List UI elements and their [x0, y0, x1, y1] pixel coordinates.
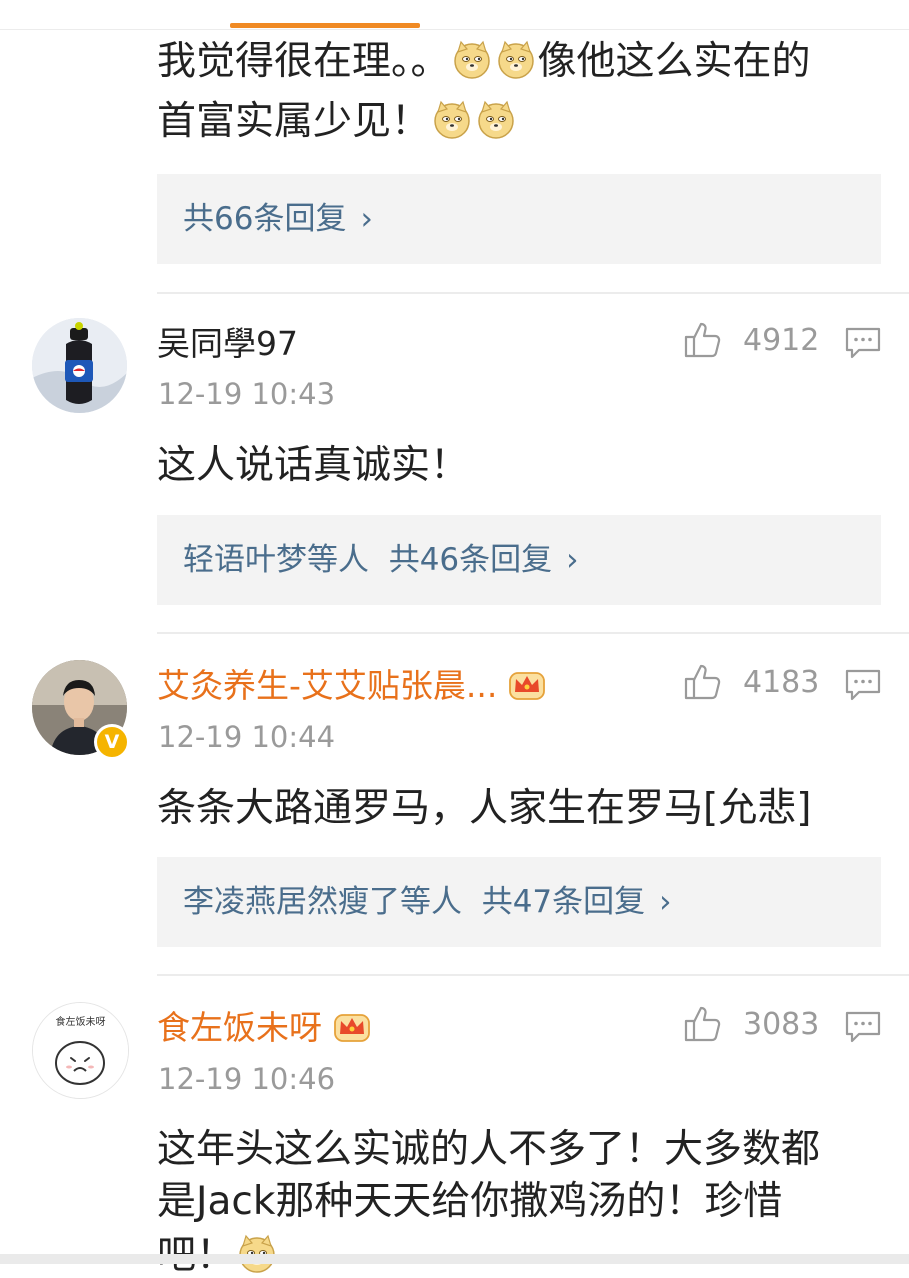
replies-summary: 李凌燕居然瘦了等人 共47条回复 — [183, 884, 646, 920]
comment-username[interactable]: 艾灸养生-艾艾贴张晨... — [157, 666, 546, 706]
verified-badge-icon: V — [94, 724, 130, 760]
cartoon-avatar-icon: 食左饭未呀 — [33, 1003, 128, 1098]
bottom-bar — [0, 1254, 909, 1264]
comment-divider — [157, 974, 909, 976]
doge-emoji-icon — [496, 40, 536, 80]
prev-comment-text: 我觉得很在理。。 — [157, 39, 450, 84]
comment-text-line-2: 是Jack那种天天给你撒鸡汤的！珍惜 — [157, 1179, 783, 1224]
comment-text: 这人说话真诚实！ — [157, 443, 470, 488]
prev-comment-text-tail: 像他这么实在的 — [537, 39, 811, 84]
comment-username[interactable]: 食左饭未呀 — [157, 1008, 371, 1048]
crown-badge-icon — [508, 667, 546, 701]
chevron-right-icon: › — [659, 884, 672, 920]
comment-timestamp: 12-19 10:46 — [158, 1062, 336, 1096]
like-count: 4183 — [743, 665, 820, 700]
thumbs-up-icon[interactable] — [683, 320, 723, 360]
comment-bubble-icon[interactable] — [845, 668, 881, 702]
doge-emoji-icon — [432, 100, 472, 140]
avatar[interactable] — [32, 318, 127, 413]
like-count: 3083 — [743, 1007, 820, 1042]
comment-text-line-1: 这年头这么实诚的人不多了！大多数都 — [157, 1127, 821, 1172]
comment-username[interactable]: 吴同學97 — [157, 324, 298, 364]
like-count: 4912 — [743, 323, 820, 358]
comment-bubble-icon[interactable] — [845, 326, 881, 360]
avatar[interactable]: 食左饭未呀 — [32, 1002, 129, 1099]
comment-divider — [157, 632, 909, 634]
chevron-right-icon: › — [566, 542, 579, 578]
thumbs-up-icon[interactable] — [683, 662, 723, 702]
top-divider — [0, 29, 909, 30]
prev-comment-line-2: 首富实属少见！ — [157, 100, 518, 142]
replies-link[interactable]: 轻语叶梦等人 共46条回复 › — [157, 515, 881, 605]
doge-emoji-icon — [452, 40, 492, 80]
replies-link[interactable]: 李凌燕居然瘦了等人 共47条回复 › — [157, 857, 881, 947]
prev-replies-link[interactable]: 共66条回复 › — [157, 174, 881, 264]
comment-divider — [157, 292, 909, 294]
prev-comment-line-1: 我觉得很在理。。 像他这么实在的 — [157, 40, 811, 82]
active-tab-indicator — [230, 23, 420, 28]
pepsi-bottle-avatar-icon — [32, 318, 127, 413]
doge-emoji-icon — [476, 100, 516, 140]
replies-summary: 共66条回复 — [183, 201, 347, 237]
avatar-caption: 食左饭未呀 — [56, 1015, 106, 1028]
replies-summary: 轻语叶梦等人 共46条回复 — [183, 542, 553, 578]
crown-badge-icon — [333, 1009, 371, 1043]
comment-bubble-icon[interactable] — [845, 1010, 881, 1044]
comment-timestamp: 12-19 10:44 — [158, 720, 336, 754]
chevron-right-icon: › — [360, 201, 373, 237]
thumbs-up-icon[interactable] — [683, 1004, 723, 1044]
comment-text: 条条大路通罗马，人家生在罗马[允悲] — [157, 786, 812, 831]
prev-comment-text-2: 首富实属少见！ — [157, 99, 431, 144]
comment-timestamp: 12-19 10:43 — [158, 377, 336, 411]
